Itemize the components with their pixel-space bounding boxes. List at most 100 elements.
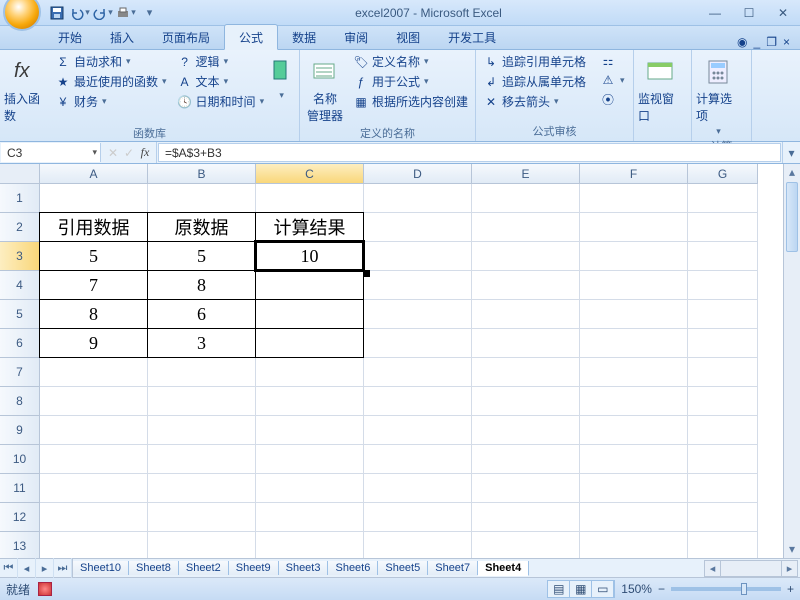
cell[interactable]: [256, 358, 364, 387]
view-normal-icon[interactable]: ▤: [548, 581, 570, 597]
cell[interactable]: [364, 329, 472, 358]
tab-developer[interactable]: 开发工具: [434, 25, 510, 49]
row-header-8[interactable]: 8: [0, 387, 40, 416]
sheet-nav-first-icon[interactable]: ⏮: [0, 558, 18, 578]
cell[interactable]: [688, 242, 758, 271]
cell[interactable]: [364, 184, 472, 213]
row-header-5[interactable]: 5: [0, 300, 40, 329]
row-header-1[interactable]: 1: [0, 184, 40, 213]
cell-c6[interactable]: [255, 328, 364, 358]
cell[interactable]: [580, 532, 688, 558]
cell[interactable]: [364, 416, 472, 445]
cell[interactable]: [148, 532, 256, 558]
cell-c4[interactable]: [255, 270, 364, 300]
cell-b3[interactable]: 5: [147, 241, 256, 271]
tab-home[interactable]: 开始: [44, 25, 96, 49]
scroll-thumb[interactable]: [786, 182, 798, 252]
row-header-10[interactable]: 10: [0, 445, 40, 474]
more-functions-button[interactable]: ▾: [271, 52, 291, 101]
cell[interactable]: [472, 532, 580, 558]
sheet-tab[interactable]: Sheet8: [129, 561, 179, 575]
cell[interactable]: [472, 474, 580, 503]
redo-icon[interactable]: ▾: [93, 3, 113, 23]
cell[interactable]: [472, 416, 580, 445]
zoom-percent[interactable]: 150%: [621, 582, 652, 596]
cell[interactable]: [472, 242, 580, 271]
cell[interactable]: [580, 416, 688, 445]
cell[interactable]: [580, 358, 688, 387]
cell[interactable]: [256, 387, 364, 416]
col-header-e[interactable]: E: [472, 164, 580, 184]
row-header-4[interactable]: 4: [0, 271, 40, 300]
minimize-button[interactable]: —: [698, 2, 732, 24]
cell[interactable]: [148, 387, 256, 416]
cell[interactable]: [364, 387, 472, 416]
cancel-formula-icon[interactable]: ✕: [106, 146, 120, 160]
cell-a6[interactable]: 9: [39, 328, 148, 358]
cell[interactable]: [364, 358, 472, 387]
cell[interactable]: [472, 445, 580, 474]
cell[interactable]: [688, 300, 758, 329]
cell[interactable]: [364, 300, 472, 329]
horizontal-scrollbar[interactable]: ◂ ▸: [529, 560, 800, 577]
cell[interactable]: [148, 474, 256, 503]
zoom-in-icon[interactable]: +: [787, 582, 794, 596]
cell[interactable]: [256, 416, 364, 445]
cell[interactable]: [256, 474, 364, 503]
cell[interactable]: [688, 358, 758, 387]
qat-customize-icon[interactable]: ▾: [139, 3, 159, 23]
datetime-button[interactable]: 🕓日期和时间▾: [174, 92, 268, 111]
cell[interactable]: [580, 387, 688, 416]
cell[interactable]: [472, 271, 580, 300]
row-header-9[interactable]: 9: [0, 416, 40, 445]
create-from-selection-button[interactable]: ▦根据所选内容创建: [350, 92, 471, 111]
sheet-tab[interactable]: Sheet9: [229, 561, 279, 575]
view-pagelayout-icon[interactable]: ▦: [570, 581, 592, 597]
scroll-up-icon[interactable]: ▴: [784, 164, 800, 181]
cell[interactable]: [256, 503, 364, 532]
cell[interactable]: [472, 387, 580, 416]
col-header-a[interactable]: A: [40, 164, 148, 184]
sheet-tab-active[interactable]: Sheet4: [478, 561, 529, 576]
cell[interactable]: [256, 532, 364, 558]
tab-formulas[interactable]: 公式: [224, 24, 278, 50]
evaluate-formula-button[interactable]: ⦿: [597, 90, 628, 108]
cell[interactable]: [472, 329, 580, 358]
cell[interactable]: [40, 532, 148, 558]
cell[interactable]: [580, 503, 688, 532]
row-header-6[interactable]: 6: [0, 329, 40, 358]
cell[interactable]: [364, 445, 472, 474]
formula-input[interactable]: =$A$3+B3: [158, 143, 781, 162]
cell[interactable]: [40, 184, 148, 213]
sheet-nav-prev-icon[interactable]: ◂: [18, 558, 36, 578]
maximize-button[interactable]: ☐: [732, 2, 766, 24]
cell[interactable]: [580, 184, 688, 213]
cell-c2[interactable]: 计算结果: [255, 212, 364, 242]
cell[interactable]: [472, 184, 580, 213]
hscroll-track[interactable]: [721, 560, 781, 577]
text-button[interactable]: A文本▾: [174, 72, 268, 91]
expand-formula-bar-icon[interactable]: ▾: [782, 142, 800, 163]
cell[interactable]: [688, 503, 758, 532]
cell[interactable]: [688, 271, 758, 300]
trace-precedents-button[interactable]: ↳追踪引用单元格: [480, 52, 589, 71]
col-header-c[interactable]: C: [256, 164, 364, 184]
sheet-tab[interactable]: Sheet5: [378, 561, 428, 575]
cell[interactable]: [580, 329, 688, 358]
close-button[interactable]: ✕: [766, 2, 800, 24]
cell[interactable]: [364, 213, 472, 242]
cell[interactable]: [148, 416, 256, 445]
cell[interactable]: [580, 271, 688, 300]
cell[interactable]: [472, 358, 580, 387]
cell[interactable]: [364, 532, 472, 558]
cell-b6[interactable]: 3: [147, 328, 256, 358]
cell-a4[interactable]: 7: [39, 270, 148, 300]
calc-options-button[interactable]: 计算选项▾: [696, 52, 740, 137]
cell-c3-selected[interactable]: 10: [255, 241, 364, 271]
ribbon-minimize-icon[interactable]: _: [754, 35, 761, 49]
cell[interactable]: [256, 445, 364, 474]
cell-b2[interactable]: 原数据: [147, 212, 256, 242]
cell[interactable]: [364, 474, 472, 503]
cell[interactable]: [472, 503, 580, 532]
row-header-12[interactable]: 12: [0, 503, 40, 532]
